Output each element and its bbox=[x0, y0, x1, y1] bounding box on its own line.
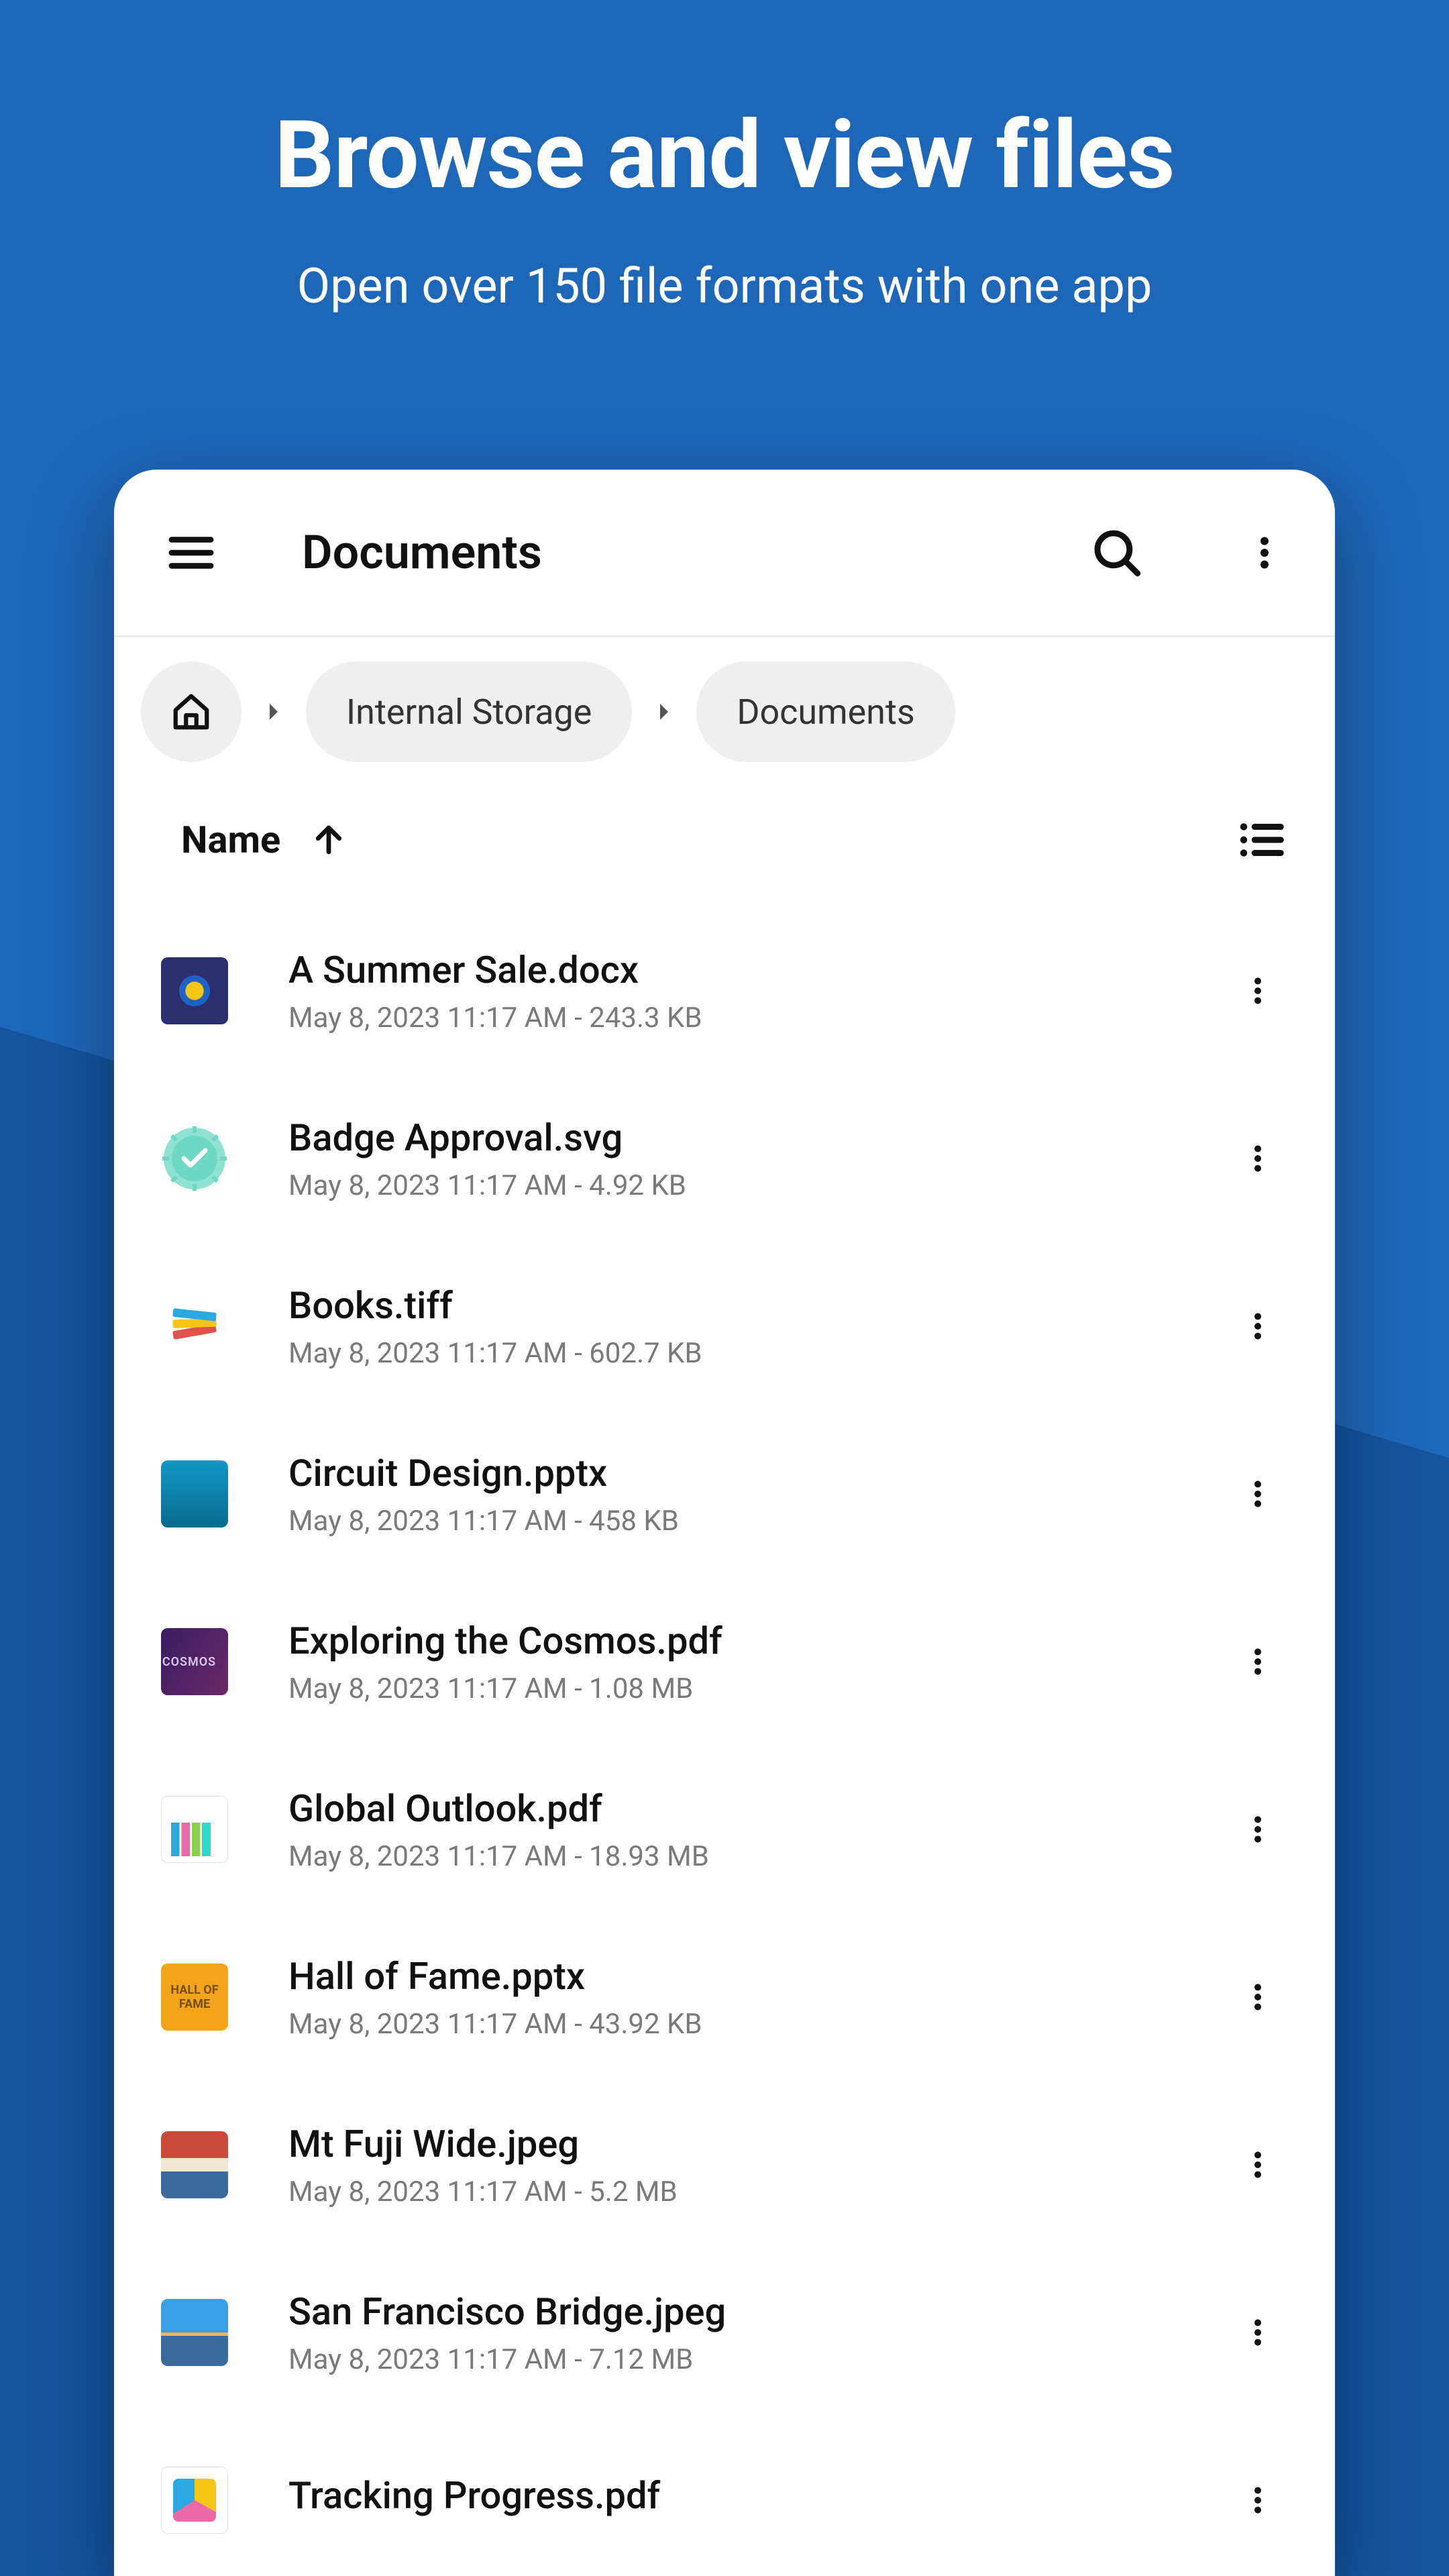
file-thumbnail bbox=[161, 957, 228, 1024]
item-overflow-icon[interactable] bbox=[1228, 2135, 1288, 2195]
sort-control[interactable]: Name bbox=[181, 818, 347, 862]
item-overflow-icon[interactable] bbox=[1228, 1631, 1288, 1692]
breadcrumb-documents[interactable]: Documents bbox=[696, 661, 955, 762]
file-name: Circuit Design.pptx bbox=[288, 1451, 1208, 1495]
file-name: Books.tiff bbox=[288, 1283, 1208, 1328]
arrow-up-icon bbox=[311, 822, 347, 858]
file-meta: May 8, 2023 11:17 AM - 4.92 KB bbox=[288, 1169, 1208, 1202]
file-thumbnail bbox=[161, 2131, 228, 2198]
file-thumbnail bbox=[161, 1125, 228, 1192]
menu-icon[interactable] bbox=[161, 523, 221, 583]
chevron-right-icon bbox=[652, 700, 676, 724]
item-overflow-icon[interactable] bbox=[1228, 2302, 1288, 2363]
list-item[interactable]: A Summer Sale.docx May 8, 2023 11:17 AM … bbox=[161, 907, 1308, 1075]
item-overflow-icon[interactable] bbox=[1228, 2470, 1288, 2530]
file-thumbnail bbox=[161, 1964, 228, 2031]
file-text: Global Outlook.pdf May 8, 2023 11:17 AM … bbox=[288, 1786, 1208, 1873]
file-name: Hall of Fame.pptx bbox=[288, 1954, 1208, 1998]
hero: Browse and view files Open over 150 file… bbox=[0, 0, 1449, 315]
file-meta: May 8, 2023 11:17 AM - 602.7 KB bbox=[288, 1337, 1208, 1370]
list-item[interactable]: Global Outlook.pdf May 8, 2023 11:17 AM … bbox=[161, 1746, 1308, 1913]
file-name: Global Outlook.pdf bbox=[288, 1786, 1208, 1831]
sort-label: Name bbox=[181, 818, 280, 862]
list-item[interactable]: Mt Fuji Wide.jpeg May 8, 2023 11:17 AM -… bbox=[161, 2081, 1308, 2249]
file-text: Hall of Fame.pptx May 8, 2023 11:17 AM -… bbox=[288, 1954, 1208, 2041]
file-text: A Summer Sale.docx May 8, 2023 11:17 AM … bbox=[288, 948, 1208, 1034]
file-list: A Summer Sale.docx May 8, 2023 11:17 AM … bbox=[114, 907, 1335, 2576]
file-name: Mt Fuji Wide.jpeg bbox=[288, 2122, 1208, 2166]
file-meta: May 8, 2023 11:17 AM - 458 KB bbox=[288, 1505, 1208, 1538]
file-meta: May 8, 2023 11:17 AM - 43.92 KB bbox=[288, 2008, 1208, 2041]
file-meta: May 8, 2023 11:17 AM - 18.93 MB bbox=[288, 1840, 1208, 1873]
file-text: Badge Approval.svg May 8, 2023 11:17 AM … bbox=[288, 1116, 1208, 1202]
file-text: Exploring the Cosmos.pdf May 8, 2023 11:… bbox=[288, 1619, 1208, 1705]
chevron-right-icon bbox=[262, 700, 286, 724]
item-overflow-icon[interactable] bbox=[1228, 961, 1288, 1021]
file-thumbnail bbox=[161, 1628, 228, 1695]
list-item[interactable]: Hall of Fame.pptx May 8, 2023 11:17 AM -… bbox=[161, 1913, 1308, 2081]
file-thumbnail bbox=[161, 1293, 228, 1360]
breadcrumb-internal-storage[interactable]: Internal Storage bbox=[306, 661, 632, 762]
file-text: Mt Fuji Wide.jpeg May 8, 2023 11:17 AM -… bbox=[288, 2122, 1208, 2208]
list-item[interactable]: Books.tiff May 8, 2023 11:17 AM - 602.7 … bbox=[161, 1242, 1308, 1410]
item-overflow-icon[interactable] bbox=[1228, 1799, 1288, 1860]
hero-title: Browse and view files bbox=[0, 101, 1449, 211]
sort-row: Name bbox=[114, 786, 1335, 907]
file-name: Exploring the Cosmos.pdf bbox=[288, 1619, 1208, 1663]
file-thumbnail bbox=[161, 1460, 228, 1527]
appbar: Documents bbox=[114, 470, 1335, 637]
list-item[interactable]: San Francisco Bridge.jpeg May 8, 2023 11… bbox=[161, 2249, 1308, 2416]
app-frame: Documents Internal Storage bbox=[114, 470, 1335, 2576]
item-overflow-icon[interactable] bbox=[1228, 1464, 1288, 1524]
list-item[interactable]: Badge Approval.svg May 8, 2023 11:17 AM … bbox=[161, 1075, 1308, 1242]
item-overflow-icon[interactable] bbox=[1228, 1128, 1288, 1189]
file-text: Circuit Design.pptx May 8, 2023 11:17 AM… bbox=[288, 1451, 1208, 1538]
home-icon bbox=[170, 691, 212, 733]
breadcrumb: Internal Storage Documents bbox=[114, 637, 1335, 786]
list-item[interactable]: Exploring the Cosmos.pdf May 8, 2023 11:… bbox=[161, 1578, 1308, 1746]
file-meta: May 8, 2023 11:17 AM - 243.3 KB bbox=[288, 1002, 1208, 1034]
list-item[interactable]: Tracking Progress.pdf bbox=[161, 2416, 1308, 2576]
breadcrumb-label: Internal Storage bbox=[346, 692, 592, 733]
breadcrumb-label: Documents bbox=[737, 692, 914, 733]
list-view-icon[interactable] bbox=[1234, 813, 1288, 867]
appbar-title: Documents bbox=[302, 525, 1087, 580]
breadcrumb-home[interactable] bbox=[141, 661, 241, 762]
file-name: Tracking Progress.pdf bbox=[288, 2473, 1208, 2518]
item-overflow-icon[interactable] bbox=[1228, 1296, 1288, 1356]
file-thumbnail bbox=[161, 1796, 228, 1863]
file-text: Books.tiff May 8, 2023 11:17 AM - 602.7 … bbox=[288, 1283, 1208, 1370]
list-item[interactable]: Circuit Design.pptx May 8, 2023 11:17 AM… bbox=[161, 1410, 1308, 1578]
file-meta: May 8, 2023 11:17 AM - 7.12 MB bbox=[288, 2343, 1208, 2376]
file-text: Tracking Progress.pdf bbox=[288, 2473, 1208, 2527]
file-name: San Francisco Bridge.jpeg bbox=[288, 2290, 1208, 2334]
hero-subtitle: Open over 150 file formats with one app bbox=[0, 258, 1449, 315]
item-overflow-icon[interactable] bbox=[1228, 1967, 1288, 2027]
file-text: San Francisco Bridge.jpeg May 8, 2023 11… bbox=[288, 2290, 1208, 2376]
overflow-menu-icon[interactable] bbox=[1234, 523, 1295, 583]
file-thumbnail bbox=[161, 2467, 228, 2534]
file-name: Badge Approval.svg bbox=[288, 1116, 1208, 1160]
file-meta: May 8, 2023 11:17 AM - 5.2 MB bbox=[288, 2176, 1208, 2208]
file-thumbnail bbox=[161, 2299, 228, 2366]
search-icon[interactable] bbox=[1087, 523, 1147, 583]
file-name: A Summer Sale.docx bbox=[288, 948, 1208, 992]
file-meta: May 8, 2023 11:17 AM - 1.08 MB bbox=[288, 1672, 1208, 1705]
